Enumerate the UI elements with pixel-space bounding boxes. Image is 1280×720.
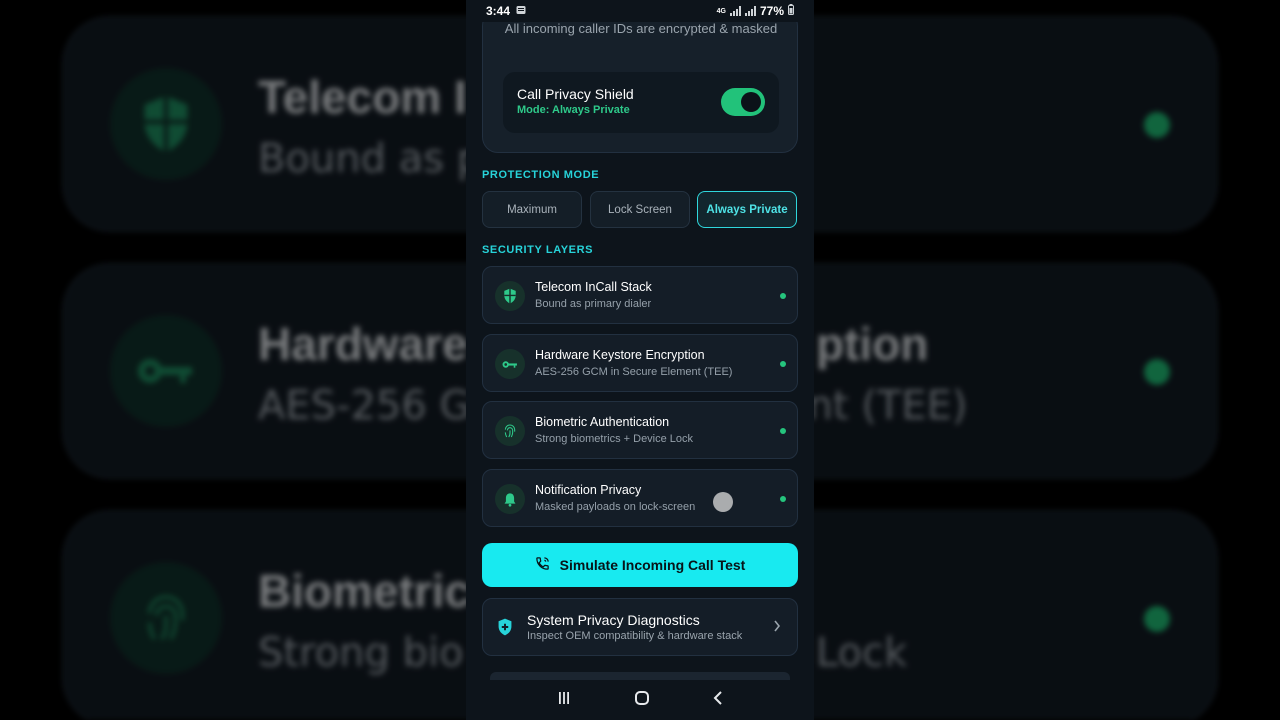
status-bar: 3:44 4G 77% (466, 0, 814, 22)
bell-icon (495, 484, 525, 514)
layer-subtitle: Bound as primary dialer (535, 298, 652, 310)
toggle-knob (741, 92, 761, 112)
bg-subtitle: Strong bio (258, 630, 464, 676)
mode-lock-screen-button[interactable]: Lock Screen (590, 191, 690, 228)
bg-subtitle: Bound as p (258, 136, 483, 182)
battery-percent: 77% (759, 4, 784, 18)
diagnostics-title: System Privacy Diagnostics (527, 612, 700, 628)
security-layers-label: SECURITY LAYERS (482, 244, 594, 256)
bg-shield-icon (110, 68, 222, 180)
shield-icon (495, 281, 525, 311)
recent-apps-icon[interactable] (557, 691, 571, 710)
layer-notification-privacy[interactable]: Notification Privacy Masked payloads on … (482, 469, 798, 527)
simulate-button-label: Simulate Incoming Call Test (559, 557, 746, 573)
shield-plus-icon (497, 618, 513, 641)
bg-status-dot (1144, 359, 1170, 385)
bg-status-dot (1144, 606, 1170, 632)
layer-subtitle: Strong biometrics + Device Lock (535, 433, 694, 445)
status-dot (780, 361, 786, 367)
shield-mode-text: Mode: Always Private (517, 104, 630, 116)
call-privacy-shield-row[interactable]: Call Privacy Shield Mode: Always Private (503, 72, 779, 133)
bg-title: Hardware (258, 318, 468, 370)
layer-subtitle: AES-256 GCM in Secure Element (TEE) (535, 366, 733, 378)
layer-telecom-incall[interactable]: Telecom InCall Stack Bound as primary di… (482, 266, 798, 324)
mode-always-private-button[interactable]: Always Private (697, 191, 797, 228)
system-navigation-bar (466, 680, 814, 720)
battery-icon (788, 4, 794, 18)
mode-maximum-button[interactable]: Maximum (482, 191, 582, 228)
back-icon[interactable] (713, 690, 723, 711)
shield-toggle-switch[interactable] (721, 88, 765, 116)
key-icon (495, 349, 525, 379)
touch-indicator (713, 492, 733, 512)
bg-title-right: ption (816, 318, 929, 370)
shield-title: Call Privacy Shield (517, 86, 634, 102)
message-icon (516, 4, 526, 18)
status-dot (780, 496, 786, 502)
bg-fingerprint-icon (110, 562, 222, 674)
layer-title: Telecom InCall Stack (535, 280, 652, 294)
privacy-header-card: All incoming caller IDs are encrypted & … (482, 10, 798, 153)
status-time: 3:44 (486, 4, 511, 18)
bg-title: Biometric (258, 565, 471, 617)
layer-title: Notification Privacy (535, 483, 642, 497)
phone-screen: All incoming caller IDs are encrypted & … (466, 0, 814, 720)
layer-title: Hardware Keystore Encryption (535, 348, 705, 362)
layer-hardware-keystore[interactable]: Hardware Keystore Encryption AES-256 GCM… (482, 334, 798, 392)
diagnostics-subtitle: Inspect OEM compatibility & hardware sta… (527, 630, 743, 642)
system-privacy-diagnostics[interactable]: System Privacy Diagnostics Inspect OEM c… (482, 598, 798, 656)
signal-icon-2 (744, 6, 756, 16)
status-dot (780, 428, 786, 434)
network-type: 4G (716, 7, 726, 15)
protection-mode-label: PROTECTION MODE (482, 169, 600, 181)
bg-key-icon (110, 315, 222, 427)
signal-icon (729, 6, 741, 16)
chevron-right-icon (773, 619, 781, 635)
phone-ringing-icon (535, 556, 550, 574)
layer-biometric-auth[interactable]: Biometric Authentication Strong biometri… (482, 401, 798, 459)
home-icon[interactable] (634, 690, 650, 711)
bg-status-dot (1144, 112, 1170, 138)
fingerprint-icon (495, 416, 525, 446)
bg-title: Telecom I (258, 71, 467, 123)
status-dot (780, 293, 786, 299)
bg-subtitle: AES-256 G (258, 383, 471, 429)
simulate-incoming-call-button[interactable]: Simulate Incoming Call Test (482, 543, 798, 587)
layer-subtitle: Masked payloads on lock-screen (535, 501, 696, 513)
layer-title: Biometric Authentication (535, 415, 670, 429)
bg-subtitle-right: Lock (816, 630, 908, 676)
